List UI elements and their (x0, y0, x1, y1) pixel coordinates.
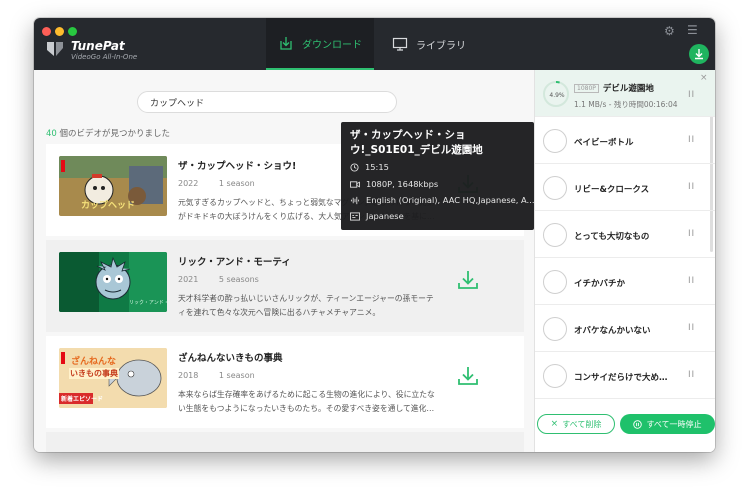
queue-item-title: オバケなんかいない (574, 326, 651, 336)
pause-all-button[interactable]: すべて一時停止 (620, 414, 715, 434)
result-year: 2018 (178, 371, 199, 380)
thumbnail-title-line-1: ざんねんな (71, 357, 117, 367)
video-camera-icon (350, 180, 360, 188)
maximize-window-button[interactable] (68, 27, 77, 36)
pause-icon[interactable]: I I (688, 135, 694, 145)
remove-item-close-icon[interactable]: × (700, 73, 708, 83)
result-meta: 2022 1 season (178, 179, 255, 188)
menu-icon[interactable]: ☰ (687, 23, 698, 37)
tab-library[interactable]: ライブラリ (384, 18, 474, 70)
pause-icon[interactable]: I I (688, 323, 694, 333)
queue-item[interactable]: イチかバチか I I (535, 258, 715, 305)
pending-circle-icon (543, 223, 567, 247)
pause-circle-icon (633, 419, 643, 429)
download-icon[interactable] (456, 268, 480, 292)
pause-icon[interactable]: I I (688, 182, 694, 192)
queue-item[interactable]: コンサイだらけで大め… I I (535, 352, 715, 399)
result-seasons: 1 season (218, 179, 255, 188)
queue-item-title: コンサイだらけで大め… (574, 373, 668, 383)
result-row-partial (46, 432, 524, 452)
queue-item-title: リビー&クロークス (574, 185, 650, 195)
pending-circle-icon (543, 317, 567, 341)
result-title[interactable]: ザ・カップヘッド・ショウ! (178, 158, 296, 172)
queue-item[interactable]: ベイビーボトル I I (535, 117, 715, 164)
result-row[interactable]: リック・アンド・モーティ リック・アンド・モーティ 2021 5 seasons… (46, 240, 524, 332)
pause-icon[interactable]: I I (688, 90, 694, 100)
download-queue-panel: 4.9% 1080P デビル遊園地 1.1 MB/s - 残り時間00:16:04… (534, 70, 715, 452)
download-box-icon (280, 37, 292, 50)
subtitle-cc-icon (350, 211, 360, 221)
tab-download-label: ダウンロード (302, 39, 362, 51)
zannen-ikimono-thumbnail[interactable]: ざんねんな いきもの事典 新着エピソード (59, 348, 167, 408)
result-seasons: 1 season (218, 371, 255, 380)
monitor-icon (392, 37, 408, 51)
brand-name: TunePat (71, 39, 125, 53)
close-window-button[interactable] (42, 27, 51, 36)
result-title[interactable]: リック・アンド・モーティ (178, 254, 291, 268)
queue-item-title: ベイビーボトル (574, 138, 634, 148)
brand-subtitle: VideoGo All-In-One (71, 53, 138, 61)
tooltip-title: ザ・カップヘッド・ショウ!_S01E01_デビル遊園地 (350, 129, 483, 156)
svg-text:カップヘッド: カップヘッド (81, 199, 135, 211)
result-description: 本来ならば生存確率をあげるために起こる生物の進化により、役に立たない生態をもつよ… (178, 390, 435, 413)
pending-circle-icon (543, 364, 567, 388)
pending-circle-icon (543, 270, 567, 294)
tooltip-quality: 1080P, 1648kbps (350, 179, 438, 189)
pause-icon[interactable]: I I (688, 276, 694, 286)
queue-item[interactable]: オバケなんかいない I I (535, 305, 715, 352)
tooltip-duration: 15:15 (350, 162, 389, 172)
result-meta: 2018 1 season (178, 371, 255, 380)
download-icon[interactable] (456, 364, 480, 388)
queue-item-title: イチかバチか (574, 279, 626, 289)
pause-icon[interactable]: I I (688, 370, 694, 380)
pending-circle-icon (543, 176, 567, 200)
search-results-panel: 40 個のビデオが見つかりました カップヘッド ザ・カップヘッド・ショウ! (34, 70, 534, 452)
queue-footer: × すべて削除 すべて一時停止 (535, 408, 715, 452)
settings-gear-icon[interactable]: ⚙ (664, 24, 675, 38)
delete-all-button[interactable]: × すべて削除 (537, 414, 615, 434)
close-x-icon: × (550, 419, 559, 429)
tooltip-subtitle: Japanese (350, 211, 404, 221)
tooltip-audio: English (Original), AAC HQ,Japanese, A..… (350, 195, 534, 205)
search-input[interactable] (137, 91, 397, 113)
result-row[interactable]: ざんねんな いきもの事典 新着エピソード ざんねんないきもの事典 2018 1 … (46, 336, 524, 428)
pending-circle-icon (543, 129, 567, 153)
queue-item-title: とっても大切なもの (574, 232, 650, 242)
cuphead-thumbnail[interactable]: カップヘッド (59, 156, 167, 216)
queue-item-title: 1080P デビル遊園地 (574, 82, 654, 94)
minimize-window-button[interactable] (55, 27, 64, 36)
download-arrow-icon (695, 49, 703, 60)
app-window: TunePat VideoGo All-In-One ダウンロード ライブラリ … (34, 18, 715, 452)
result-year: 2022 (178, 179, 199, 188)
audio-wave-icon (350, 196, 360, 204)
svg-text:リック・アンド・モーティ: リック・アンド・モーティ (129, 300, 167, 306)
result-meta: 2021 5 seasons (178, 275, 259, 284)
thumbnail-title-line-2: いきもの事典 (69, 368, 119, 379)
queue-item[interactable]: とっても大切なもの I I (535, 211, 715, 258)
queue-item-active[interactable]: 4.9% 1080P デビル遊園地 1.1 MB/s - 残り時間00:16:04… (535, 70, 715, 117)
result-description: 天才科学者の酔っ払いじいさんリックが、ティーンエージャーの孫モーティを連れて色々… (178, 294, 434, 317)
download-speed: 1.1 MB/s - 残り時間00:16:04 (574, 100, 678, 109)
title-bar: TunePat VideoGo All-In-One ダウンロード ライブラリ … (34, 18, 715, 70)
progress-percent: 4.9% (549, 92, 565, 99)
episode-info-tooltip: ザ・カップヘッド・ショウ!_S01E01_デビル遊園地 15:15 1080P,… (341, 122, 534, 230)
tab-download[interactable]: ダウンロード (266, 18, 374, 70)
new-episode-badge: 新着エピソード (61, 396, 104, 403)
pause-icon[interactable]: I I (688, 229, 694, 239)
clock-icon (350, 162, 359, 172)
result-year: 2021 (178, 275, 199, 284)
result-seasons: 5 seasons (218, 275, 259, 284)
tunepat-logo-icon (47, 42, 63, 56)
tab-library-label: ライブラリ (416, 40, 466, 52)
result-title[interactable]: ざんねんないきもの事典 (178, 350, 283, 364)
result-count: 40 個のビデオが見つかりました (46, 129, 171, 139)
resolution-badge: 1080P (574, 84, 599, 93)
downloads-queue-button[interactable] (689, 44, 709, 64)
rick-and-morty-thumbnail[interactable]: リック・アンド・モーティ (59, 252, 167, 312)
queue-item[interactable]: リビー&クロークス I I (535, 164, 715, 211)
